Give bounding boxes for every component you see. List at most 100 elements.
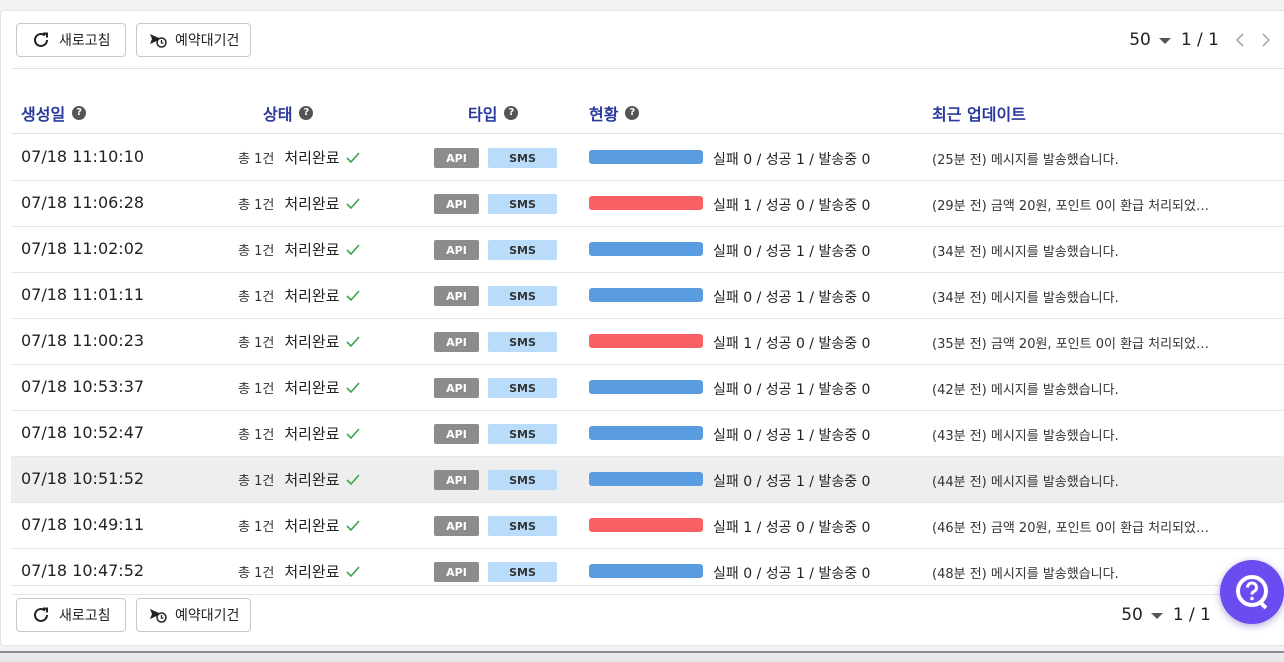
- result-counts: 실패 0 / 성공 1 / 발송중 0: [713, 290, 871, 306]
- recent-update: (34분 전) 메시지를 발송했습니다.: [932, 245, 1119, 260]
- scheduled-send-icon: [150, 608, 167, 623]
- state-text: 처리완료: [284, 563, 340, 581]
- page-info: 1 / 1: [1180, 30, 1219, 50]
- refresh-icon: [34, 607, 48, 622]
- type-cell: API SMS: [434, 332, 557, 352]
- state-text: 처리완료: [284, 241, 340, 259]
- chevron-down-icon[interactable]: [1150, 613, 1163, 619]
- created-date: 07/18 10:49:11: [21, 515, 145, 534]
- refresh-label: 새로고침: [59, 32, 111, 49]
- result-counts: 실패 0 / 성공 1 / 발송중 0: [713, 152, 871, 168]
- per-page-select[interactable]: 50: [1121, 605, 1143, 625]
- api-badge: API: [434, 470, 479, 490]
- check-icon: [345, 197, 360, 209]
- header-status-label: 현황: [589, 105, 619, 124]
- state-cell: 총 1건 처리완료: [238, 377, 360, 398]
- help-icon[interactable]: ?: [72, 106, 87, 120]
- check-icon: [345, 151, 360, 163]
- reserved-pending-label: 예약대기건: [175, 32, 240, 49]
- recent-update: (25분 전) 메시지를 발송했습니다.: [932, 153, 1119, 168]
- pagination: 50 1 / 1: [1121, 586, 1211, 644]
- created-date: 07/18 10:47:52: [21, 561, 145, 580]
- header-state[interactable]: 상태 ?: [263, 101, 314, 125]
- total-count: 총 1건: [238, 198, 275, 213]
- state-text: 처리완료: [284, 471, 340, 489]
- created-date: 07/18 11:01:11: [21, 285, 145, 304]
- result-counts: 실패 0 / 성공 1 / 발송중 0: [713, 566, 871, 582]
- recent-update: (34분 전) 메시지를 발송했습니다.: [932, 291, 1119, 306]
- refresh-button[interactable]: 새로고침: [16, 597, 126, 632]
- header-status[interactable]: 현황 ?: [589, 101, 640, 125]
- per-page-select[interactable]: 50: [1129, 30, 1151, 50]
- created-date: 07/18 10:52:47: [21, 423, 145, 442]
- table-row[interactable]: 07/18 10:52:47 총 1건 처리완료 API SMS 실패 0 / 성공…: [11, 411, 1284, 457]
- chevron-down-icon[interactable]: [1158, 38, 1171, 44]
- check-icon: [345, 427, 360, 439]
- created-date: 07/18 11:02:02: [21, 239, 145, 258]
- table-header: 생성일 ? 상태 ? 타입 ? 현황 ? 최근 업데이트: [11, 89, 1284, 134]
- api-badge: API: [434, 562, 479, 582]
- sms-badge: SMS: [488, 286, 557, 306]
- status-bar: [589, 334, 703, 348]
- sms-badge: SMS: [488, 470, 557, 490]
- header-created-label: 생성일: [21, 105, 66, 124]
- table-row[interactable]: 07/18 11:00:23 총 1건 처리완료 API SMS 실패 1 / 성공…: [11, 319, 1284, 365]
- sms-badge: SMS: [488, 424, 557, 444]
- table-row[interactable]: 07/18 11:02:02 총 1건 처리완료 API SMS 실패 0 / 성공…: [11, 227, 1284, 273]
- sms-badge: SMS: [488, 516, 557, 536]
- status-bar: [589, 380, 703, 394]
- reserved-pending-button[interactable]: 예약대기건: [136, 597, 251, 632]
- help-icon[interactable]: ?: [504, 106, 519, 120]
- recent-update: (43분 전) 메시지를 발송했습니다.: [932, 429, 1119, 444]
- table-row[interactable]: 07/18 11:01:11 총 1건 처리완료 API SMS 실패 0 / 성공…: [11, 273, 1284, 319]
- status-bar: [589, 288, 703, 302]
- result-counts: 실패 0 / 성공 1 / 발송중 0: [713, 428, 871, 444]
- result-counts: 실패 1 / 성공 0 / 발송중 0: [713, 336, 871, 352]
- header-created[interactable]: 생성일 ?: [21, 101, 87, 125]
- api-badge: API: [434, 286, 479, 306]
- status-bar: [589, 518, 703, 532]
- result-counts: 실패 0 / 성공 1 / 발송중 0: [713, 382, 871, 398]
- table-row[interactable]: 07/18 11:06:28 총 1건 처리완료 API SMS 실패 1 / 성공…: [11, 181, 1284, 227]
- type-cell: API SMS: [434, 194, 557, 214]
- recent-update: (35분 전) 금액 20원, 포인트 0이 환급 처리되었…: [932, 337, 1209, 352]
- type-cell: API SMS: [434, 562, 557, 582]
- help-icon[interactable]: ?: [299, 106, 314, 120]
- state-cell: 총 1건 처리완료: [238, 423, 360, 444]
- check-icon: [345, 289, 360, 301]
- refresh-button[interactable]: 새로고침: [16, 22, 126, 57]
- created-date: 07/18 11:10:10: [21, 147, 145, 166]
- state-cell: 총 1건 처리완료: [238, 515, 360, 536]
- page-info: 1 / 1: [1172, 605, 1211, 625]
- total-count: 총 1건: [238, 520, 275, 535]
- prev-page-icon[interactable]: [1235, 32, 1245, 48]
- type-cell: API SMS: [434, 286, 557, 306]
- table-row[interactable]: 07/18 11:10:10 총 1건 처리완료 API SMS 실패 0 / 성공…: [11, 135, 1284, 181]
- table-row[interactable]: 07/18 10:53:37 총 1건 처리완료 API SMS 실패 0 / 성공…: [11, 365, 1284, 411]
- table-row[interactable]: 07/18 10:49:11 총 1건 처리완료 API SMS 실패 1 / 성공…: [11, 503, 1284, 549]
- state-text: 처리완료: [284, 149, 340, 167]
- state-text: 처리완료: [284, 287, 340, 305]
- created-date: 07/18 10:53:37: [21, 377, 145, 396]
- created-date: 07/18 11:06:28: [21, 193, 145, 212]
- type-cell: API SMS: [434, 470, 557, 490]
- reserved-pending-button[interactable]: 예약대기건: [136, 22, 251, 57]
- next-page-icon[interactable]: [1261, 32, 1271, 48]
- result-counts: 실패 1 / 성공 0 / 발송중 0: [713, 520, 871, 536]
- type-cell: API SMS: [434, 148, 557, 168]
- header-type-label: 타입: [468, 105, 498, 124]
- help-icon[interactable]: ?: [625, 106, 640, 120]
- header-type[interactable]: 타입 ?: [468, 101, 519, 125]
- total-count: 총 1건: [238, 336, 275, 351]
- sms-badge: SMS: [488, 332, 557, 352]
- window-bottom-edge: [0, 651, 1284, 662]
- total-count: 총 1건: [238, 244, 275, 259]
- chat-help-icon[interactable]: [1220, 560, 1284, 624]
- check-icon: [345, 335, 360, 347]
- header-updated-label: 최근 업데이트: [932, 105, 1026, 124]
- header-updated[interactable]: 최근 업데이트: [932, 101, 1026, 125]
- state-cell: 총 1건 처리완료: [238, 239, 360, 260]
- state-cell: 총 1건 처리완료: [238, 285, 360, 306]
- message-list-panel: 새로고침 예약대기건 50 1 / 1 생성일 ? 상태 ? 타입 ? 현황 ?…: [0, 10, 1284, 646]
- table-row[interactable]: 07/18 10:51:52 총 1건 처리완료 API SMS 실패 0 / 성공…: [11, 457, 1284, 503]
